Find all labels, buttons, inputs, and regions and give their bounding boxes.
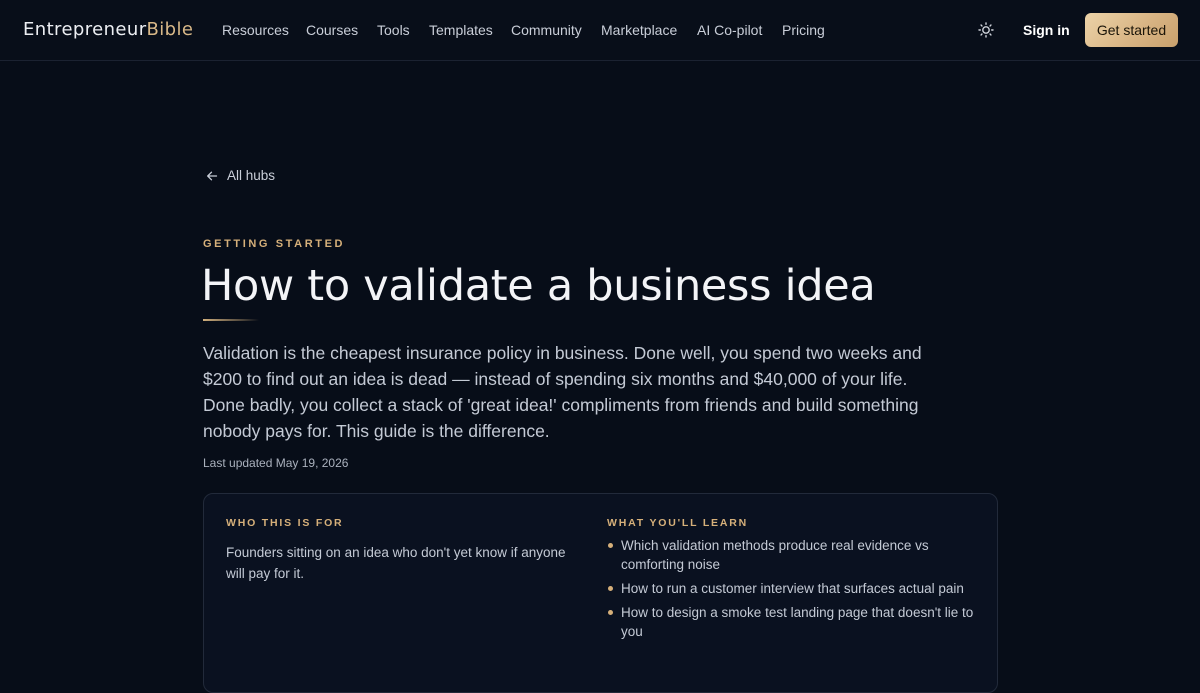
arrow-left-icon [207, 171, 218, 181]
top-navigation-bar: EntrepreneurBible Resources Courses Tool… [0, 0, 1200, 61]
nav-item-courses[interactable]: Courses [306, 21, 358, 39]
learning-heading: WHAT YOU'LL LEARN [607, 517, 749, 529]
brand-logo-part1: Entrepreneur [23, 19, 147, 40]
page-title: How to validate a business idea [201, 261, 876, 311]
guide-overview-card: WHO THIS IS FOR Founders sitting on an i… [203, 493, 998, 693]
brand-logo-part2: Bible [146, 19, 194, 40]
nav-item-pricing[interactable]: Pricing [782, 21, 825, 39]
nav-item-marketplace[interactable]: Marketplace [601, 21, 677, 39]
nav-item-community[interactable]: Community [511, 21, 582, 39]
nav-item-ai-co-pilot[interactable]: AI Co-pilot [697, 21, 762, 39]
learning-item: How to design a smoke test landing page … [607, 603, 977, 641]
learning-item: Which validation methods produce real ev… [607, 536, 977, 574]
sign-in-link[interactable]: Sign in [1023, 21, 1070, 39]
learning-list: Which validation methods produce real ev… [607, 536, 977, 641]
learning-item: How to run a customer interview that sur… [607, 579, 977, 598]
intro-paragraph: Validation is the cheapest insurance pol… [203, 343, 922, 441]
brand-logo[interactable]: EntrepreneurBible [23, 19, 193, 41]
category-eyebrow: GETTING STARTED [203, 238, 346, 250]
nav-item-templates[interactable]: Templates [429, 21, 493, 39]
audience-text: Founders sitting on an idea who don't ye… [226, 545, 566, 581]
get-started-button[interactable]: Get started [1085, 13, 1178, 47]
audience-heading: WHO THIS IS FOR [226, 517, 344, 529]
theme-toggle-button[interactable] [976, 20, 996, 40]
audience-section: WHO THIS IS FOR Founders sitting on an i… [226, 517, 586, 584]
back-link-label: All hubs [227, 168, 276, 183]
sun-icon [978, 22, 994, 38]
last-updated-date: Last updated May 19, 2026 [203, 456, 349, 470]
nav-item-resources[interactable]: Resources [222, 21, 289, 39]
back-to-hubs-link[interactable]: All hubs [206, 167, 275, 185]
learning-section: WHAT YOU'LL LEARN Which validation metho… [607, 517, 977, 641]
nav-item-tools[interactable]: Tools [377, 21, 410, 39]
title-underline-divider [203, 319, 259, 321]
